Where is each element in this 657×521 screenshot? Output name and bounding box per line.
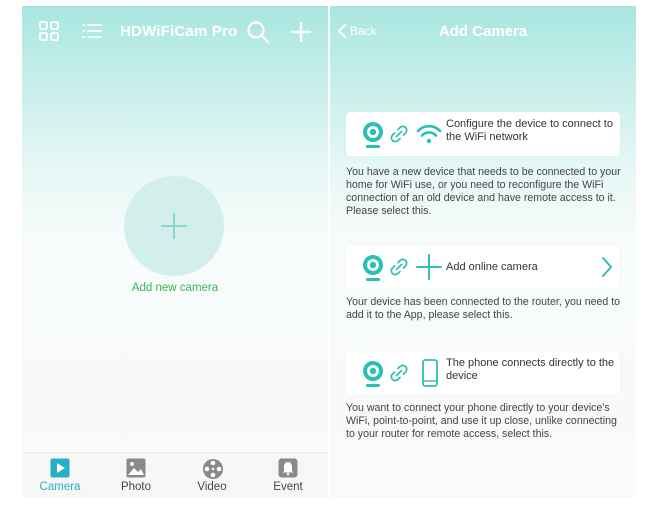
app-title: HDWiFiCam Pro — [120, 23, 238, 40]
film-reel-icon — [203, 459, 223, 479]
option-title: The phone connects directly to the devic… — [446, 357, 615, 382]
tab-video[interactable]: Video — [174, 453, 250, 498]
tab-camera[interactable]: Camera — [22, 453, 98, 498]
chevron-right-icon — [602, 257, 612, 277]
link-icon — [390, 125, 408, 143]
option-description: You want to connect your phone directly … — [346, 402, 617, 440]
add-camera-label[interactable]: Add new camera — [22, 282, 328, 294]
tab-event[interactable]: Event — [250, 453, 326, 498]
plus-icon[interactable] — [290, 21, 312, 48]
tab-label: Camera — [39, 481, 81, 493]
bottom-tab-bar: Camera Photo Video Event — [22, 452, 328, 498]
phone-icon — [422, 359, 438, 387]
camera-list-screen: HDWiFiCam Pro Add new camera Camera Phot… — [22, 6, 328, 498]
add-camera-screen: Back Add Camera Configure the device to … — [330, 6, 636, 498]
option-description: Your device has been connected to the ro… — [346, 296, 621, 321]
camera-icon — [363, 122, 383, 148]
link-icon — [390, 258, 408, 276]
link-icon — [390, 364, 408, 382]
bell-icon — [278, 458, 298, 478]
option-phone-direct[interactable]: The phone connects directly to the devic… — [346, 351, 620, 395]
option-title: Configure the device to connect to the W… — [446, 118, 613, 143]
option-title: Add online camera — [446, 261, 538, 273]
option-description: You have a new device that needs to be c… — [346, 166, 621, 217]
add-camera-button[interactable] — [124, 176, 224, 276]
tab-label: Photo — [120, 481, 152, 493]
tab-label: Event — [273, 481, 303, 493]
search-icon[interactable] — [246, 20, 270, 49]
wifi-icon — [416, 124, 442, 144]
tab-label: Video — [197, 481, 227, 493]
plus-icon — [416, 254, 442, 280]
photo-icon — [126, 458, 146, 478]
grid-icon[interactable] — [38, 20, 60, 47]
list-icon[interactable] — [81, 20, 103, 47]
camera-icon — [363, 255, 383, 281]
option-add-online-camera[interactable]: Add online camera — [346, 245, 620, 289]
plus-icon — [161, 213, 187, 239]
tab-photo[interactable]: Photo — [98, 453, 174, 498]
option-configure-wifi[interactable]: Configure the device to connect to the W… — [346, 112, 620, 156]
play-icon — [50, 458, 70, 478]
page-title: Add Camera — [438, 23, 528, 40]
camera-icon — [363, 361, 383, 387]
